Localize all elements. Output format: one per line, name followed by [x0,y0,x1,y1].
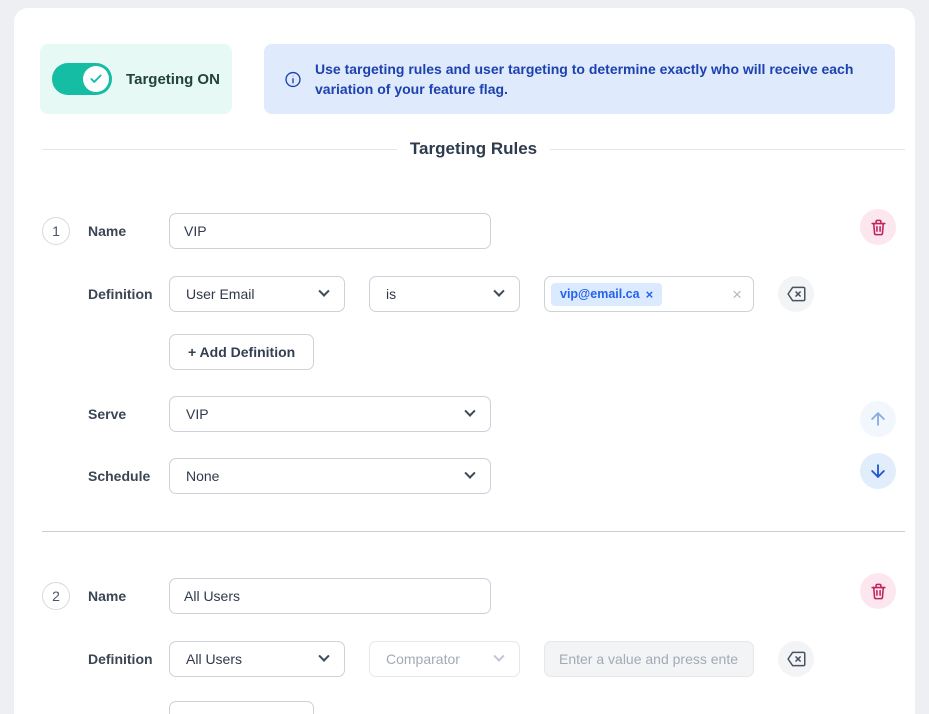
serve-select[interactable]: VIP [169,396,491,432]
backspace-icon [786,284,806,304]
clear-definition-button[interactable] [778,276,814,312]
divider-line [550,149,905,150]
definition-label: Definition [88,651,169,667]
rule-name-row: 2 Name [42,578,905,614]
definition-comparator-select: Comparator [369,641,520,677]
rule-divider [42,531,905,532]
targeting-rules-list: 1 Name Definition User Email is [14,213,915,714]
targeting-toggle[interactable] [52,63,112,95]
targeting-rule-1: 1 Name Definition User Email is [42,213,905,494]
trash-icon [869,218,888,237]
trash-icon [869,582,888,601]
add-definition-row: + Add Definition [42,334,905,370]
check-icon [89,72,103,86]
chevron-down-icon [493,286,504,297]
rule-definition-row: Definition User Email is vip@email.ca × [42,276,905,312]
serve-label: Serve [88,406,169,422]
rule-schedule-row: Schedule None [42,458,905,494]
move-rule-down-button[interactable] [860,453,896,489]
add-definition-button[interactable]: + Add Definition [169,701,314,714]
rule-number-badge: 1 [42,217,70,245]
rule-serve-row: Serve VIP [42,396,905,432]
chevron-down-icon [464,406,475,417]
add-definition-button[interactable]: + Add Definition [169,334,314,370]
arrow-up-icon [868,409,888,429]
rule-definition-row: Definition All Users Comparator [42,641,905,677]
info-icon [284,69,302,90]
move-rule-up-button[interactable] [860,401,896,437]
definition-property-select[interactable]: All Users [169,641,345,677]
arrow-down-icon [868,461,888,481]
targeting-toggle-box: Targeting ON [40,44,232,114]
chevron-down-icon [464,468,475,479]
clear-values-icon[interactable]: × [732,286,742,303]
delete-rule-button[interactable] [860,573,896,609]
top-row: Targeting ON Use targeting rules and use… [14,8,915,114]
rule-name-row: 1 Name [42,213,905,249]
info-banner: Use targeting rules and user targeting t… [264,44,895,114]
chevron-down-icon [318,286,329,297]
schedule-label: Schedule [88,468,169,484]
name-label: Name [88,588,169,604]
backspace-icon [786,649,806,669]
rule-name-input[interactable] [169,213,491,249]
name-label: Name [88,223,169,239]
value-chip: vip@email.ca × [551,283,662,306]
chevron-down-icon [318,651,329,662]
schedule-select[interactable]: None [169,458,491,494]
clear-definition-button[interactable] [778,641,814,677]
definition-label: Definition [88,286,169,302]
definition-property-select[interactable]: User Email [169,276,345,312]
delete-rule-button[interactable] [860,209,896,245]
chevron-down-icon [493,651,504,662]
targeting-rule-2: 2 Name Definition All Users Comparator [42,578,905,714]
info-banner-text: Use targeting rules and user targeting t… [315,59,875,100]
section-title: Targeting Rules [410,139,537,159]
rule-number-badge: 2 [42,582,70,610]
chip-remove-icon[interactable]: × [646,287,654,302]
rule-name-input[interactable] [169,578,491,614]
definition-comparator-select[interactable]: is [369,276,520,312]
add-definition-row: + Add Definition [42,701,905,714]
targeting-card: Targeting ON Use targeting rules and use… [14,8,915,714]
divider-line [42,149,397,150]
section-header: Targeting Rules [14,137,915,161]
value-chip-text: vip@email.ca [560,287,640,301]
definition-values-input[interactable]: vip@email.ca × × [544,276,754,312]
toggle-knob [83,66,109,92]
targeting-toggle-label: Targeting ON [126,71,220,88]
definition-value-input [544,641,754,677]
